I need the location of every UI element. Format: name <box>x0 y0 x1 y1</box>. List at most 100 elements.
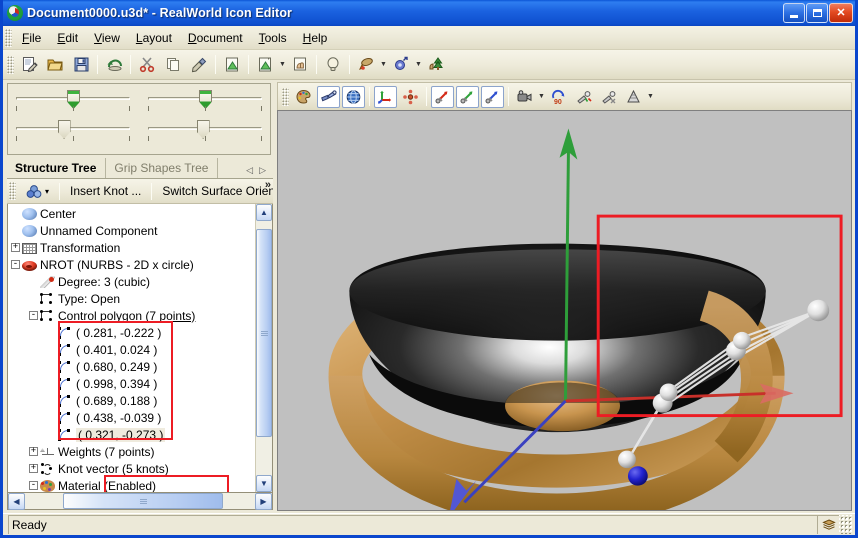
tree-expander[interactable]: - <box>29 311 38 320</box>
export-image-icon[interactable] <box>253 53 277 77</box>
add-object-icon[interactable] <box>389 53 413 77</box>
tree-item-control-point[interactable]: ( 0.281, -0.222 ) <box>8 324 255 341</box>
tree-item-center[interactable]: Center <box>8 205 255 222</box>
cut-scissors-icon[interactable] <box>135 53 159 77</box>
viewport-toolbar-grip-handle[interactable] <box>282 87 289 106</box>
paste-brush-icon[interactable] <box>187 53 211 77</box>
menu-tools[interactable]: Tools <box>251 28 295 48</box>
content-area: Structure Tree Grip Shapes Tree ◁ ▷ ▾ Ins… <box>3 80 855 513</box>
tab-structure-tree[interactable]: Structure Tree <box>7 158 107 178</box>
tree-object-icon[interactable] <box>424 53 448 77</box>
tab-next-icon[interactable]: ▷ <box>259 165 266 176</box>
tree-item-transformation[interactable]: + Transformation <box>8 239 255 256</box>
tab-grip-shapes-tree[interactable]: Grip Shapes Tree <box>106 158 219 178</box>
hscroll-track[interactable] <box>25 493 255 509</box>
tree-item-nrot[interactable]: - NROT (NURBS - 2D x circle) <box>8 256 255 273</box>
slider-track[interactable] <box>16 127 130 130</box>
light-remove-icon[interactable] <box>597 86 620 108</box>
menu-edit[interactable]: Edit <box>49 28 86 48</box>
axis-x-icon[interactable] <box>431 85 454 108</box>
slider-bottom-left[interactable] <box>14 119 132 149</box>
scroll-thumb[interactable] <box>256 229 272 437</box>
structure-tree[interactable]: Center Unnamed Component + Transformation - N… <box>8 204 255 492</box>
render-viewport[interactable] <box>277 110 852 511</box>
palette-icon <box>40 480 55 492</box>
tree-item-control-point[interactable]: ( 0.680, 0.249 ) <box>8 358 255 375</box>
objects-dropdown-arrow-icon[interactable]: ▾ <box>45 187 49 196</box>
add-object-dropdown-arrow-icon[interactable]: ▼ <box>414 53 423 77</box>
camera-dropdown-arrow-icon[interactable]: ▼ <box>537 85 546 109</box>
material-palette-icon[interactable] <box>292 86 315 108</box>
slider-top-left[interactable] <box>14 89 132 119</box>
slider-top-right[interactable] <box>146 89 264 119</box>
light-add-icon[interactable] <box>572 86 595 108</box>
toolbar-grip-handle[interactable] <box>7 55 14 74</box>
import-image-icon[interactable] <box>220 53 244 77</box>
tree-item-degree[interactable]: Degree: 3 (cubic) <box>8 273 255 290</box>
tree-item-material[interactable]: - Material (Enabled) <box>8 477 255 492</box>
axis-z-icon[interactable] <box>481 85 504 108</box>
new-document-icon[interactable] <box>17 53 41 77</box>
tree-expander[interactable]: - <box>29 481 38 490</box>
scroll-track[interactable] <box>256 221 272 475</box>
scroll-right-button[interactable]: ▶ <box>255 493 272 510</box>
hscroll-thumb[interactable] <box>63 493 223 509</box>
copy-pages-icon[interactable] <box>161 53 185 77</box>
tree-vertical-scrollbar[interactable]: ▲ ▼ <box>255 204 272 492</box>
slider-bottom-right[interactable] <box>146 119 264 149</box>
export-dropdown-arrow-icon[interactable]: ▼ <box>278 53 287 77</box>
paint-roller-icon[interactable] <box>354 53 378 77</box>
rotate-pivot-icon[interactable] <box>399 86 422 108</box>
tree-item-control-point[interactable]: ( 0.438, -0.039 ) <box>8 409 255 426</box>
apply-hand-icon[interactable] <box>288 53 312 77</box>
menu-grip-handle[interactable] <box>5 28 12 47</box>
flashlight-icon[interactable] <box>317 85 340 108</box>
tree-item-unnamed-component[interactable]: Unnamed Component <box>8 222 255 239</box>
menu-document[interactable]: Document <box>180 28 251 48</box>
insert-knot-button[interactable]: Insert Knot ... <box>62 181 149 201</box>
resize-grip[interactable] <box>839 515 853 534</box>
tree-expander[interactable]: + <box>11 243 20 252</box>
move-axes-icon[interactable] <box>374 85 397 108</box>
scroll-down-button[interactable]: ▼ <box>256 475 272 492</box>
menu-view[interactable]: View <box>86 28 128 48</box>
perspective-dropdown-arrow-icon[interactable]: ▼ <box>646 85 655 109</box>
tree-toolbar-grip-handle[interactable] <box>9 182 16 200</box>
lightbulb-icon[interactable] <box>321 53 345 77</box>
menu-help[interactable]: Help <box>295 28 336 48</box>
open-folder-icon[interactable] <box>43 53 67 77</box>
axis-y-icon[interactable] <box>456 85 479 108</box>
objects-button[interactable]: ▾ <box>18 181 57 202</box>
menu-file[interactable]: File <box>14 28 49 48</box>
rotate-90-icon[interactable]: 90 <box>547 86 570 108</box>
tree-toolbar-overflow-icon[interactable]: » <box>265 179 271 191</box>
tab-prev-icon[interactable]: ◁ <box>246 165 253 176</box>
tree-expander[interactable]: - <box>11 260 20 269</box>
paint-roller-dropdown-arrow-icon[interactable]: ▼ <box>379 53 388 77</box>
scroll-up-button[interactable]: ▲ <box>256 204 272 221</box>
tree-item-control-point[interactable]: ( 0.998, 0.394 ) <box>8 375 255 392</box>
switch-surface-orientation-button[interactable]: Switch Surface Orien <box>154 181 273 201</box>
viewport-toolbar-separator <box>426 87 427 106</box>
tree-item-control-point[interactable]: ( 0.401, 0.024 ) <box>8 341 255 358</box>
tree-expander[interactable]: + <box>29 464 38 473</box>
close-button[interactable]: ✕ <box>829 3 853 23</box>
layers-icon[interactable] <box>817 515 839 534</box>
scroll-left-button[interactable]: ◀ <box>8 493 25 510</box>
save-diskette-icon[interactable] <box>69 53 93 77</box>
menu-layout[interactable]: Layout <box>128 28 180 48</box>
tree-item-type[interactable]: Type: Open <box>8 290 255 307</box>
perspective-cone-icon[interactable] <box>622 86 645 108</box>
tree-item-control-point-selected[interactable]: ( 0.321, -0.273 ) <box>8 426 255 443</box>
undo-arrow-icon[interactable] <box>102 53 126 77</box>
tree-expander[interactable]: + <box>29 447 38 456</box>
maximize-button[interactable] <box>806 3 828 23</box>
tree-horizontal-scrollbar[interactable]: ◀ ▶ <box>7 493 273 510</box>
globe-environment-icon[interactable] <box>342 85 365 108</box>
tree-item-weights[interactable]: + Weights (7 points) <box>8 443 255 460</box>
tree-item-knot-vector[interactable]: + Knot vector (5 knots) <box>8 460 255 477</box>
minimize-button[interactable] <box>783 3 805 23</box>
tree-item-control-polygon[interactable]: - Control polygon (7 points) <box>8 307 255 324</box>
tree-item-control-point[interactable]: ( 0.689, 0.188 ) <box>8 392 255 409</box>
camera-icon[interactable] <box>513 86 536 108</box>
